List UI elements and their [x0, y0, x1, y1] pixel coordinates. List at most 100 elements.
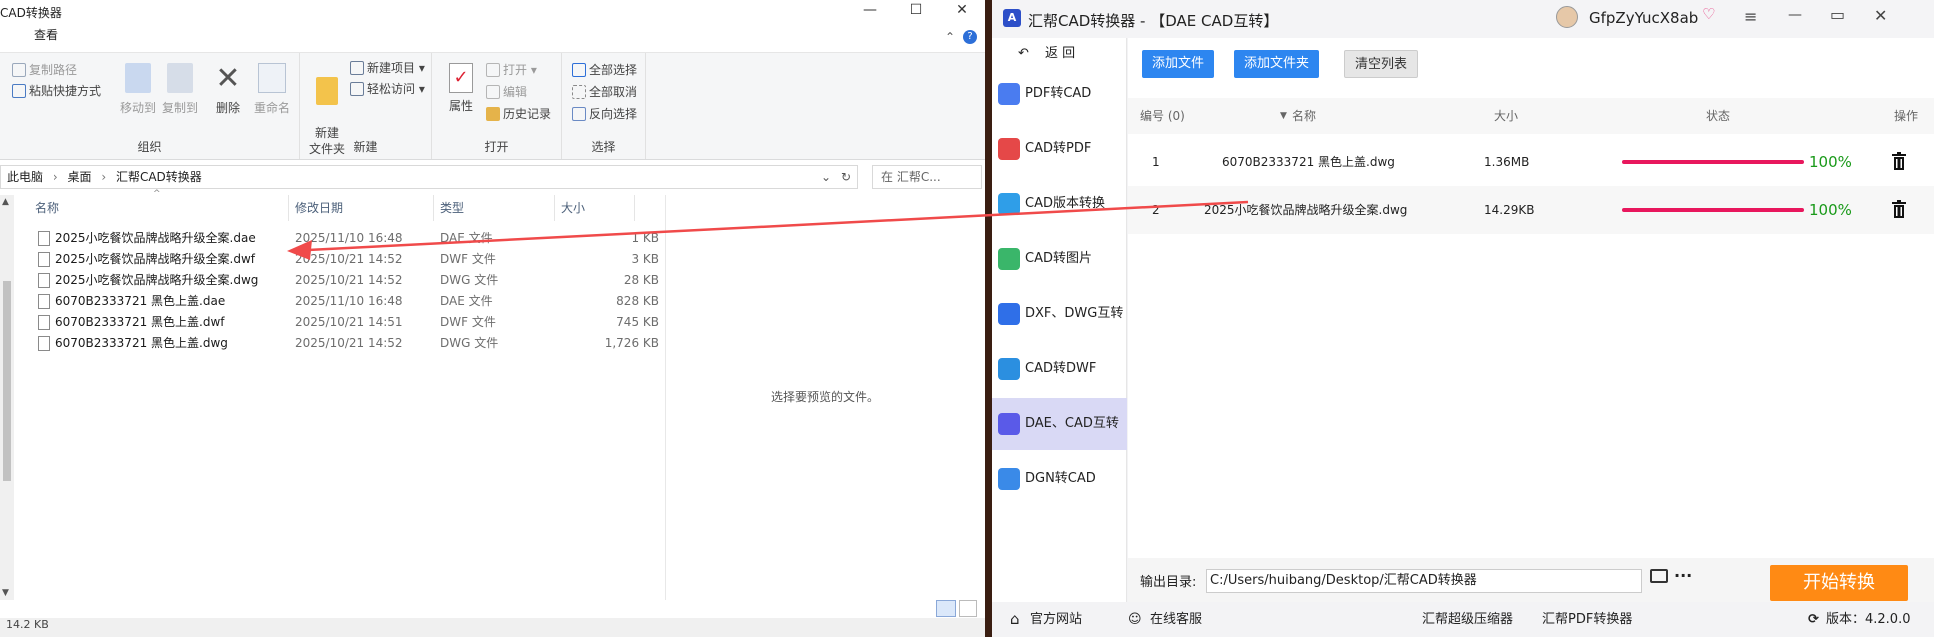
- breadcrumb-this-pc[interactable]: 此电脑: [7, 170, 43, 184]
- properties-check-icon: ✓: [449, 63, 473, 93]
- properties-button[interactable]: ✓ 属性: [444, 63, 478, 114]
- new-item-button[interactable]: 新建项目 ▾: [350, 59, 425, 76]
- select-all-button[interactable]: 全部选择: [572, 61, 637, 78]
- status-bar: 14.2 KB: [0, 618, 985, 637]
- ribbon-tabs: 查看: [0, 26, 58, 50]
- close-icon[interactable]: ✕: [939, 0, 985, 22]
- minimize-icon[interactable]: —: [847, 0, 893, 22]
- sidebar-item-dgn-to-cad[interactable]: DGN转CAD: [992, 453, 1127, 505]
- column-header-size[interactable]: 大小: [555, 195, 635, 221]
- ribbon-group-select: 全部选择 全部取消 反向选择 选择: [562, 53, 646, 159]
- trash-icon[interactable]: [1892, 152, 1906, 170]
- pdf-converter-link[interactable]: 汇帮PDF转换器: [1542, 602, 1632, 637]
- history-button[interactable]: 历史记录: [486, 105, 551, 122]
- sidebar-item-pdf-to-cad[interactable]: PDF转CAD: [992, 68, 1127, 120]
- file-row[interactable]: 2025小吃餐饮品牌战略升级全案.dae 2025/11/10 16:48 DA…: [34, 228, 659, 249]
- task-row[interactable]: 2 2025小吃餐饮品牌战略升级全案.dwg 14.29KB 100%: [1128, 186, 1934, 234]
- sort-down-icon[interactable]: ▼: [1280, 98, 1287, 134]
- ribbon-collapse-icon[interactable]: ⌃: [945, 30, 955, 44]
- refresh-icon[interactable]: ↻: [841, 166, 851, 188]
- back-button[interactable]: ↶ 返 回: [1018, 42, 1075, 61]
- header-index: 编号 (0): [1140, 109, 1185, 123]
- compressor-link[interactable]: 汇帮超级压缩器: [1422, 602, 1513, 637]
- file-explorer-window: CAD转换器 — ☐ ✕ 查看 ⌃ ? 复制路径 粘贴快捷方式 移动到 复制到 …: [0, 0, 985, 637]
- open-button[interactable]: 打开 ▾: [486, 61, 537, 78]
- sidebar-item-cad-to-dwf[interactable]: CAD转DWF: [992, 343, 1127, 395]
- copy-to-button[interactable]: 复制到: [160, 63, 200, 116]
- header-name[interactable]: 名称: [1292, 98, 1316, 134]
- file-icon: [38, 336, 50, 351]
- pdf-to-cad-icon: [998, 83, 1020, 105]
- delete-button[interactable]: ✕ 删除: [210, 63, 246, 116]
- file-row[interactable]: 6070B2333721 黑色上盖.dae 2025/11/10 16:48 D…: [34, 291, 659, 312]
- output-path-field[interactable]: C:/Users/huibang/Desktop/汇帮CAD转换器: [1206, 569, 1642, 593]
- file-row[interactable]: 6070B2333721 黑色上盖.dwg 2025/10/21 14:52 D…: [34, 333, 659, 354]
- breadcrumb-folder[interactable]: 汇帮CAD转换器: [116, 170, 202, 184]
- breadcrumb-desktop[interactable]: 桌面: [67, 170, 91, 184]
- file-row[interactable]: 2025小吃餐饮品牌战略升级全案.dwf 2025/10/21 14:52 DW…: [34, 249, 659, 270]
- open-icon: [486, 63, 500, 77]
- paste-shortcut-icon: [12, 84, 26, 98]
- add-file-button[interactable]: 添加文件: [1142, 50, 1215, 78]
- new-item-icon: [350, 61, 364, 75]
- group-label-open: 打开: [484, 140, 509, 154]
- file-icon: [38, 252, 50, 267]
- sidebar-item-cad-version[interactable]: CAD版本转换: [992, 178, 1127, 230]
- invert-selection-button[interactable]: 反向选择: [572, 105, 637, 122]
- ribbon-group-organize: 复制路径 粘贴快捷方式 移动到 复制到 ✕ 删除 重命名 组织: [0, 53, 300, 159]
- avatar[interactable]: [1556, 6, 1578, 28]
- edit-button[interactable]: 编辑: [486, 83, 527, 100]
- open-folder-icon[interactable]: [1650, 569, 1668, 583]
- update-icon: ⟳: [1808, 612, 1819, 627]
- start-convert-button[interactable]: 开始转换: [1770, 565, 1908, 601]
- app-title: 汇帮CAD转换器 - 【DAE CAD互转】: [1028, 12, 1279, 30]
- maximize-icon[interactable]: ▭: [1830, 5, 1845, 24]
- address-bar-row: 此电脑 › 桌面 › 汇帮CAD转换器 ⌄ ↻ 在 汇帮C...: [0, 165, 985, 189]
- paste-shortcut-button[interactable]: 粘贴快捷方式: [12, 82, 101, 99]
- cad-version-icon: [998, 193, 1020, 215]
- clear-list-button[interactable]: 清空列表: [1344, 50, 1419, 78]
- sidebar-item-dae-cad[interactable]: DAE、CAD互转: [992, 398, 1127, 450]
- large-icons-view-icon[interactable]: [959, 600, 977, 617]
- file-list: 名称 ^ 修改日期 类型 大小 2025小吃餐饮品牌战略升级全案.dae 202…: [0, 189, 665, 600]
- app-titlebar: A 汇帮CAD转换器 - 【DAE CAD互转】 GfpZyYucX8ab ♡ …: [992, 0, 1934, 38]
- copy-to-icon: [167, 63, 193, 93]
- sidebar-item-cad-to-pdf[interactable]: CAD转PDF: [992, 123, 1127, 175]
- rename-button[interactable]: 重命名: [252, 63, 292, 116]
- more-options-icon[interactable]: ···: [1674, 566, 1692, 585]
- search-input[interactable]: 在 汇帮C...: [872, 165, 982, 189]
- sidebar-item-dxf-dwg[interactable]: DXF、DWG互转: [992, 288, 1127, 340]
- file-row[interactable]: 2025小吃餐饮品牌战略升级全案.dwg 2025/10/21 14:52 DW…: [34, 270, 659, 291]
- file-icon: [38, 315, 50, 330]
- online-support-link[interactable]: 在线客服: [1150, 602, 1202, 637]
- copy-path-icon: [12, 63, 26, 77]
- explorer-title: CAD转换器: [0, 6, 62, 20]
- address-dropdown-icon[interactable]: ⌄: [821, 166, 831, 188]
- easy-access-button[interactable]: 轻松访问 ▾: [350, 80, 425, 97]
- close-icon[interactable]: ✕: [1874, 6, 1887, 25]
- edit-icon: [486, 85, 500, 99]
- official-website-link[interactable]: 官方网站: [1030, 602, 1082, 637]
- column-header-date[interactable]: 修改日期: [289, 195, 434, 221]
- sidebar: ↶ 返 回 PDF转CAD CAD转PDF CAD版本转换 CAD转图片 DXF…: [992, 38, 1127, 602]
- menu-icon[interactable]: ≡: [1744, 7, 1757, 26]
- delete-x-icon: ✕: [215, 61, 241, 96]
- file-row[interactable]: 6070B2333721 黑色上盖.dwf 2025/10/21 14:51 D…: [34, 312, 659, 333]
- trash-icon[interactable]: [1892, 200, 1906, 218]
- column-header-type[interactable]: 类型: [434, 195, 555, 221]
- easy-access-icon: [350, 82, 364, 96]
- minimize-icon[interactable]: —: [1788, 7, 1802, 23]
- details-view-icon[interactable]: [936, 600, 956, 617]
- task-row[interactable]: 1 6070B2333721 黑色上盖.dwg 1.36MB 100%: [1128, 138, 1934, 186]
- copy-path-button[interactable]: 复制路径: [12, 61, 77, 78]
- sidebar-item-cad-to-image[interactable]: CAD转图片: [992, 233, 1127, 285]
- add-folder-button[interactable]: 添加文件夹: [1234, 50, 1320, 78]
- maximize-icon[interactable]: ☐: [893, 0, 939, 22]
- help-icon[interactable]: ?: [963, 30, 977, 44]
- address-bar[interactable]: 此电脑 › 桌面 › 汇帮CAD转换器 ⌄ ↻: [0, 165, 858, 189]
- move-to-icon: [125, 63, 151, 93]
- move-to-button[interactable]: 移动到: [118, 63, 158, 116]
- select-none-button[interactable]: 全部取消: [572, 83, 637, 100]
- vip-diamond-icon[interactable]: ♡: [1702, 5, 1715, 23]
- tab-view[interactable]: 查看: [34, 26, 58, 50]
